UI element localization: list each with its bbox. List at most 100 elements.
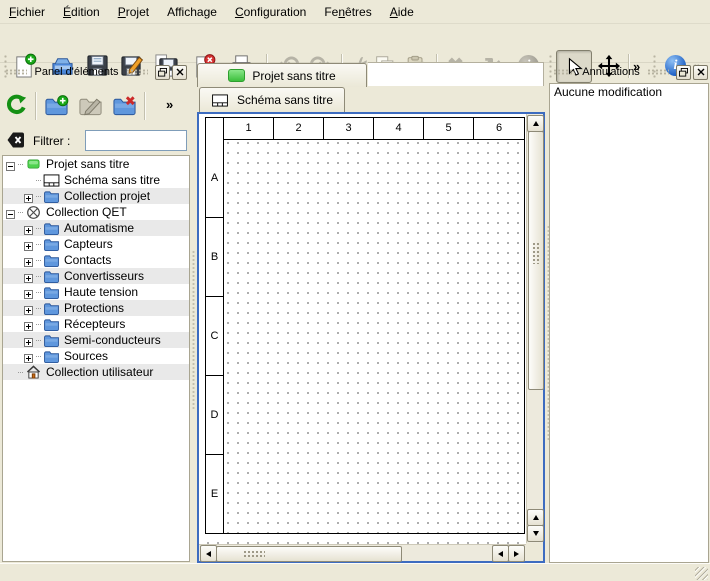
- toolbar-separator: [35, 92, 36, 120]
- scroll-up-button-2[interactable]: [527, 509, 544, 526]
- tree-item-projet-sans-titre[interactable]: Projet sans titre: [3, 156, 189, 172]
- row-headers: ABCDE: [206, 139, 224, 533]
- float-panel-button[interactable]: [155, 65, 170, 80]
- tree-item-collection-projet[interactable]: Collection projet: [3, 188, 189, 204]
- menu-projet[interactable]: Projet: [109, 2, 158, 22]
- folder-icon: [43, 302, 60, 315]
- expand-icon[interactable]: [24, 224, 33, 233]
- delete-category-button[interactable]: [111, 92, 138, 119]
- horizontal-scrollbar[interactable]: [199, 544, 526, 561]
- tree-branch-line: [36, 292, 41, 293]
- row-header-b: B: [206, 218, 224, 297]
- edit-category-icon: [78, 93, 103, 118]
- toolbar-separator: [144, 92, 145, 120]
- undo-list-item[interactable]: Aucune modification: [550, 84, 708, 102]
- tree-item-collection-qet[interactable]: Collection QET: [3, 204, 189, 220]
- scroll-up-button[interactable]: [527, 115, 544, 132]
- tree-branch-line: [18, 372, 23, 373]
- tab-bar-empty-area: [368, 62, 544, 86]
- tree-item-capteurs[interactable]: Capteurs: [3, 236, 189, 252]
- tree-item-sources[interactable]: Sources: [3, 348, 189, 364]
- expand-icon[interactable]: [24, 288, 33, 297]
- folder-icon: [43, 350, 60, 363]
- horizontal-scroll-thumb[interactable]: [216, 546, 402, 562]
- close-panel-button[interactable]: [693, 65, 708, 80]
- tree-item-label: Capteurs: [64, 237, 117, 251]
- float-icon: [158, 68, 167, 77]
- scroll-left-button-2[interactable]: [492, 545, 509, 562]
- reload-collections-button[interactable]: [3, 92, 30, 119]
- tree-item-collection-utilisateur[interactable]: Collection utilisateur: [3, 364, 189, 380]
- folder-icon: [43, 190, 60, 203]
- tab-project[interactable]: Projet sans titre: [197, 63, 367, 87]
- tree-item-haute-tension[interactable]: Haute tension: [3, 284, 189, 300]
- tree-item-recepteurs[interactable]: Récepteurs: [3, 316, 189, 332]
- tree-item-automatisme[interactable]: Automatisme: [3, 220, 189, 236]
- folder-icon: [43, 270, 60, 283]
- expand-icon[interactable]: [24, 192, 33, 201]
- vertical-scroll-thumb[interactable]: [528, 131, 544, 390]
- expand-icon[interactable]: [24, 352, 33, 361]
- scroll-down-button[interactable]: [527, 525, 544, 542]
- column-header-4: 4: [374, 118, 424, 139]
- filter-input[interactable]: [85, 130, 187, 151]
- new-category-button[interactable]: [43, 92, 70, 119]
- tree-item-contacts[interactable]: Contacts: [3, 252, 189, 268]
- tree-item-label: Récepteurs: [64, 317, 129, 331]
- home-icon: [25, 365, 42, 379]
- column-header-5: 5: [424, 118, 474, 139]
- tree-item-label: Semi-conducteurs: [64, 333, 165, 347]
- edit-category-button[interactable]: [77, 92, 104, 119]
- float-icon: [679, 68, 688, 77]
- collapse-icon[interactable]: [6, 160, 15, 169]
- scroll-right-button[interactable]: [508, 545, 525, 562]
- status-bar: [0, 563, 710, 581]
- left-splitter-handle[interactable]: [191, 250, 196, 410]
- clear-filter-button[interactable]: [6, 130, 26, 153]
- expand-icon[interactable]: [24, 304, 33, 313]
- scroll-left-button[interactable]: [200, 545, 217, 562]
- menu-aide[interactable]: Aide: [381, 2, 423, 22]
- tree-item-convertisseurs[interactable]: Convertisseurs: [3, 268, 189, 284]
- tree-item-schema-sans-titre[interactable]: Schéma sans titre: [3, 172, 189, 188]
- menu-fichier[interactable]: Fichier: [0, 2, 54, 22]
- menu-configuration[interactable]: Configuration: [226, 2, 315, 22]
- qelectrotech-window: FichierÉditionProjetAffichageConfigurati…: [0, 0, 710, 581]
- expand-icon[interactable]: [24, 240, 33, 249]
- menu-edition[interactable]: Édition: [54, 2, 109, 22]
- dock-texture: [126, 69, 148, 75]
- scrollbar-corner: [526, 544, 543, 561]
- expand-icon[interactable]: [24, 272, 33, 281]
- tree-item-semi-conducteurs[interactable]: Semi-conducteurs: [3, 332, 189, 348]
- tree-item-label: Haute tension: [64, 285, 142, 299]
- close-icon: [697, 68, 705, 76]
- undo-panel-header: Annulations: [548, 63, 710, 81]
- arrow-up-icon: [533, 121, 539, 126]
- arrow-up-icon: [533, 515, 539, 520]
- elements-toolbar-overflow-button[interactable]: »: [166, 97, 173, 112]
- arrow-left-icon: [206, 551, 211, 557]
- menu-affichage[interactable]: Affichage: [158, 2, 226, 22]
- tree-item-label: Collection utilisateur: [46, 365, 157, 379]
- tree-item-label: Contacts: [64, 253, 115, 267]
- project-icon: [25, 158, 42, 170]
- undo-list: Aucune modification: [549, 83, 709, 563]
- expand-icon[interactable]: [24, 336, 33, 345]
- dock-texture: [5, 69, 27, 75]
- expand-icon[interactable]: [24, 256, 33, 265]
- collapse-icon[interactable]: [6, 208, 15, 217]
- filter-label: Filtrer :: [33, 134, 70, 148]
- tab-schema[interactable]: Schéma sans titre: [199, 87, 345, 112]
- close-panel-button[interactable]: [172, 65, 187, 80]
- float-panel-button[interactable]: [676, 65, 691, 80]
- diagram-view: 123456 ABCDE: [197, 112, 545, 563]
- elements-panel-title: Panel d'éléments: [32, 66, 120, 78]
- tree-item-protections[interactable]: Protections: [3, 300, 189, 316]
- vertical-scrollbar[interactable]: [526, 114, 543, 543]
- resize-grip[interactable]: [695, 567, 708, 580]
- row-header-c: C: [206, 297, 224, 376]
- schema-tab-bar: Schéma sans titre: [196, 86, 545, 112]
- menu-fenetres[interactable]: Fenêtres: [315, 2, 380, 22]
- expand-icon[interactable]: [24, 320, 33, 329]
- diagram-canvas[interactable]: 123456 ABCDE: [199, 114, 526, 544]
